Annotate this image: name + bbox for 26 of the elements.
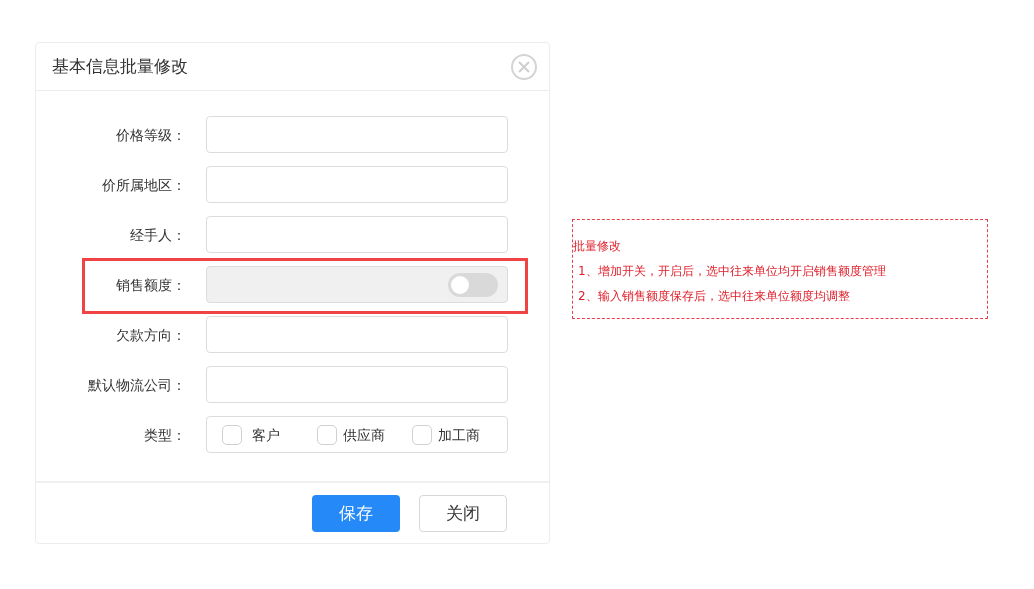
field-label: 经手人： (129, 225, 186, 245)
note-line: 2、输入销售额度保存后，选中往来单位额度均调整 (577, 288, 851, 305)
checkbox-label: 客户 (252, 425, 280, 445)
text-field[interactable] (206, 166, 508, 203)
save-button[interactable]: 保存 (312, 495, 400, 532)
checkbox[interactable] (412, 424, 432, 445)
close-icon[interactable] (511, 53, 537, 80)
text-field[interactable] (206, 366, 508, 403)
text-field[interactable] (206, 216, 508, 253)
text-field[interactable] (206, 116, 508, 153)
checkbox[interactable] (317, 424, 337, 445)
field-label: 欠款方向： (115, 325, 186, 345)
close-button[interactable]: 关闭 (419, 495, 507, 532)
field-label: 价格等级： (115, 125, 186, 145)
field-label: 销售额度： (115, 275, 186, 295)
field-label: 默认物流公司： (87, 375, 186, 395)
checkbox-label: 加工商 (438, 425, 480, 445)
checkbox[interactable] (222, 424, 242, 445)
dialog-title: 基本信息批量修改 (52, 54, 188, 78)
note-line: 1、增加开关，开启后，选中往来单位均开启销售额度管理 (577, 263, 887, 280)
toggle-switch[interactable] (448, 272, 498, 297)
note-title: 批量修改 (573, 238, 622, 255)
checkbox-label: 供应商 (343, 425, 385, 445)
field-label: 类型： (143, 425, 186, 445)
field-label: 价所属地区： (101, 175, 186, 195)
text-field[interactable] (206, 316, 508, 353)
